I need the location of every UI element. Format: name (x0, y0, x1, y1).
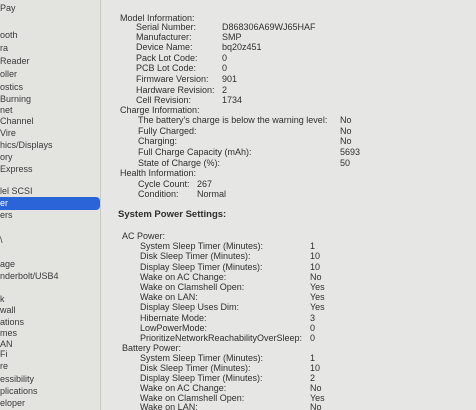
sidebar-item[interactable]: ers (0, 209, 100, 222)
sidebar-item[interactable]: ooth (0, 29, 100, 42)
sidebar-item[interactable]: eloper (0, 397, 100, 410)
system-info-content: Model Information: Serial Number: D868306A… (100, 0, 476, 410)
info-label: Condition: (138, 189, 179, 199)
sidebar-item[interactable]: Pay (0, 2, 100, 15)
info-value: 1734 (222, 95, 243, 105)
sidebar-item[interactable]: oller (0, 68, 100, 81)
info-value: 0 (310, 333, 316, 343)
info-value: No (310, 402, 322, 410)
info-label: Wake on LAN: (140, 402, 198, 410)
sidebar-item[interactable]: \ (0, 234, 100, 247)
sidebar: Pay ooth ra Reader oller ostics Burning net Chan… (0, 0, 101, 410)
sidebar-item[interactable]: Express (0, 163, 100, 176)
sidebar-item[interactable]: re (0, 360, 100, 373)
sidebar-item[interactable]: Reader (0, 55, 100, 68)
info-value: 50 (340, 158, 351, 168)
sidebar-item[interactable]: ra (0, 42, 100, 55)
section-header: System Power Settings: (118, 209, 227, 220)
info-value: Normal (197, 189, 227, 199)
sidebar-item[interactable]: nderbolt/USB4 (0, 270, 100, 283)
info-value: bq20z451 (222, 42, 262, 52)
